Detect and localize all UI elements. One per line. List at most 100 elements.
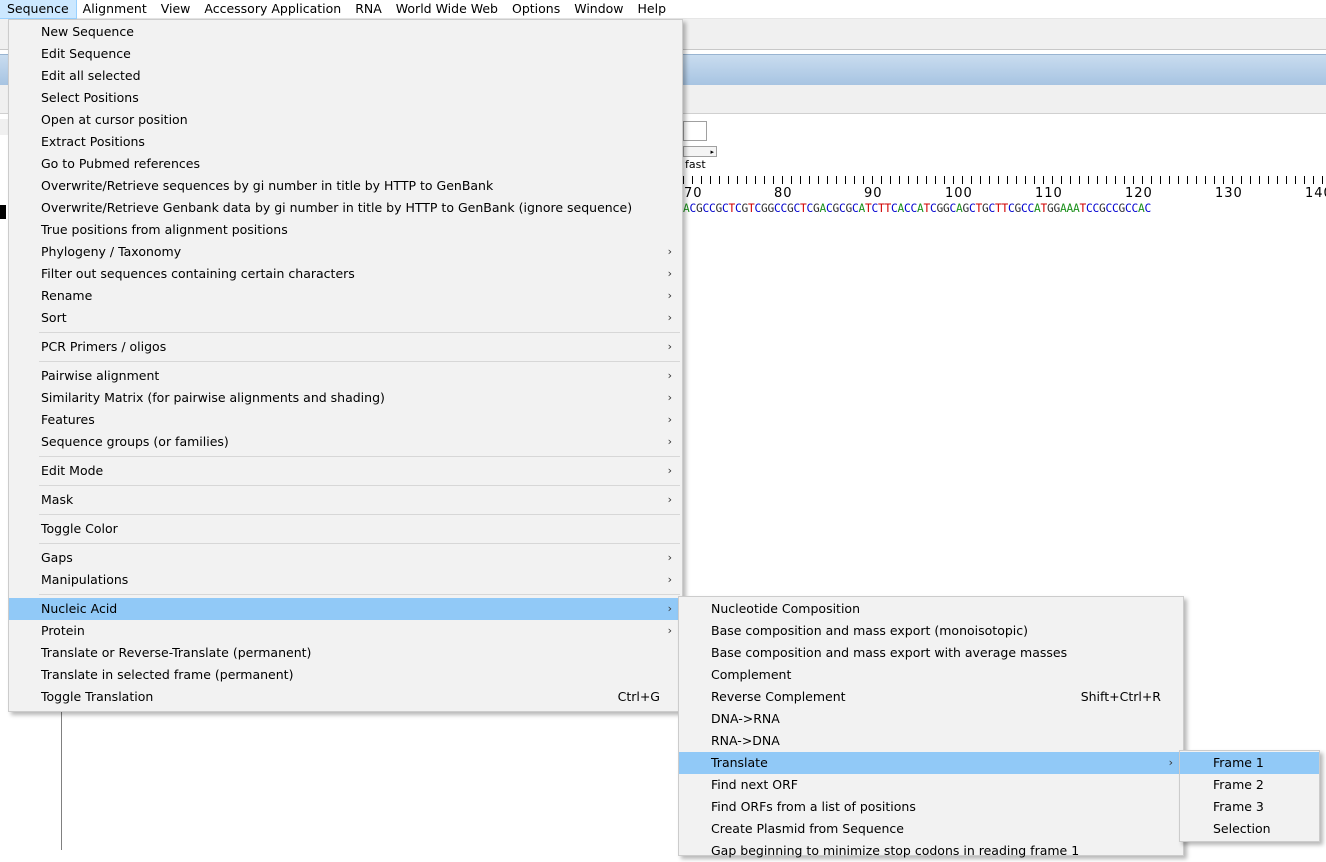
sequence-menu: New Sequence Edit Sequence Edit all select… [8, 19, 683, 712]
menu-item-phylogeny-taxonomy[interactable]: Phylogeny / Taxonomy › [9, 241, 682, 263]
chevron-right-icon: › [667, 245, 672, 258]
menu-item-dna-rna[interactable]: DNA->RNA [679, 708, 1183, 730]
menu-item-label: Edit Mode [41, 463, 104, 478]
ruler-number: 130 [1215, 186, 1243, 201]
menu-item-find-next-orf[interactable]: Find next ORF [679, 774, 1183, 796]
menu-item-true-positions-from-alignment-positions[interactable]: True positions from alignment positions [9, 219, 682, 241]
menu-options[interactable]: Options [505, 0, 567, 18]
menu-item-rename[interactable]: Rename › [9, 285, 682, 307]
position-input[interactable] [683, 121, 707, 141]
menu-item-go-to-pubmed-references[interactable]: Go to Pubmed references [9, 153, 682, 175]
menu-item-label: New Sequence [41, 24, 134, 39]
menu-item-nucleic-acid[interactable]: Nucleic Acid › [9, 598, 682, 620]
menu-item-edit-mode[interactable]: Edit Mode › [9, 460, 682, 482]
menu-item-frame-3[interactable]: Frame 3 [1180, 796, 1319, 818]
menu-item-label: Overwrite/Retrieve sequences by gi numbe… [41, 178, 494, 193]
menu-item-features[interactable]: Features › [9, 409, 682, 431]
sequence-row[interactable]: ACGCCGCTCGTCGGCCGCTCGACGCGCATCTTCACCATCG… [683, 202, 1326, 215]
menu-item-pairwise-alignment[interactable]: Pairwise alignment › [9, 365, 682, 387]
ruler-number: 70 [684, 186, 703, 201]
menu-item-protein[interactable]: Protein › [9, 620, 682, 642]
menu-item-label: Complement [711, 667, 792, 682]
menu-item-frame-1[interactable]: Frame 1 [1180, 752, 1319, 774]
menu-item-complement[interactable]: Complement [679, 664, 1183, 686]
menu-separator [39, 543, 680, 544]
menu-item-edit-all-selected[interactable]: Edit all selected [9, 65, 682, 87]
menu-item-extract-positions[interactable]: Extract Positions [9, 131, 682, 153]
menu-item-rna-dna[interactable]: RNA->DNA [679, 730, 1183, 752]
menu-item-new-sequence[interactable]: New Sequence [9, 21, 682, 43]
menu-item-label: Protein [41, 623, 85, 638]
menu-item-reverse-complement[interactable]: Reverse Complement Shift+Ctrl+R [679, 686, 1183, 708]
menu-item-sequence-groups-or-families[interactable]: Sequence groups (or families) › [9, 431, 682, 453]
menu-item-sort[interactable]: Sort › [9, 307, 682, 329]
menu-item-label: Go to Pubmed references [41, 156, 200, 171]
menu-item-toggle-translation[interactable]: Toggle Translation Ctrl+G [9, 686, 682, 708]
menu-item-label: Sequence groups (or families) [41, 434, 229, 449]
left-panel-edge [0, 119, 8, 135]
menu-item-manipulations[interactable]: Manipulations › [9, 569, 682, 591]
menu-item-pcr-primers-oligos[interactable]: PCR Primers / oligos › [9, 336, 682, 358]
menu-window[interactable]: Window [567, 0, 630, 18]
menu-item-mask[interactable]: Mask › [9, 489, 682, 511]
menu-item-gap-beginning-to-minimize-stop-codons-in-reading-frame-1[interactable]: Gap beginning to minimize stop codons in… [679, 840, 1183, 862]
menu-separator [39, 594, 680, 595]
menu-item-nucleotide-composition[interactable]: Nucleotide Composition [679, 598, 1183, 620]
menu-item-label: Similarity Matrix (for pairwise alignmen… [41, 390, 385, 405]
menu-help[interactable]: Help [631, 0, 674, 18]
menu-item-label: RNA->DNA [711, 733, 780, 748]
menu-sequence[interactable]: Sequence [0, 0, 77, 19]
menu-item-toggle-color[interactable]: Toggle Color [9, 518, 682, 540]
translate-submenu: Frame 1 Frame 2 Frame 3 Selection [1179, 750, 1320, 842]
menu-item-base-composition-and-mass-export-with-average-masses[interactable]: Base composition and mass export with av… [679, 642, 1183, 664]
menu-item-overwrite-retrieve-sequences-by-gi-number-in-title-by-http-to-genbank[interactable]: Overwrite/Retrieve sequences by gi numbe… [9, 175, 682, 197]
menu-separator [39, 361, 680, 362]
menu-item-label: Filter out sequences containing certain … [41, 266, 355, 281]
chevron-right-icon: › [667, 413, 672, 426]
chevron-right-icon: › [1168, 756, 1173, 769]
chevron-right-icon: › [667, 391, 672, 404]
menu-item-label: Frame 1 [1213, 755, 1264, 770]
menu-item-label: Mask [41, 492, 74, 507]
shortcut-label: Ctrl+G [617, 689, 660, 704]
menu-alignment[interactable]: Alignment [76, 0, 154, 18]
menu-item-gaps[interactable]: Gaps › [9, 547, 682, 569]
menu-item-label: Nucleotide Composition [711, 601, 860, 616]
menu-item-base-composition-and-mass-export-monoisotopic[interactable]: Base composition and mass export (monois… [679, 620, 1183, 642]
menu-accessory-application[interactable]: Accessory Application [197, 0, 348, 18]
menu-item-open-at-cursor-position[interactable]: Open at cursor position [9, 109, 682, 131]
menu-item-select-positions[interactable]: Select Positions [9, 87, 682, 109]
chevron-right-icon: › [667, 464, 672, 477]
menu-item-edit-sequence[interactable]: Edit Sequence [9, 43, 682, 65]
menu-item-label: Gaps [41, 550, 73, 565]
menu-view[interactable]: View [154, 0, 198, 18]
menu-item-label: Phylogeny / Taxonomy [41, 244, 182, 259]
menu-item-translate-in-selected-frame-permanent[interactable]: Translate in selected frame (permanent) [9, 664, 682, 686]
menu-item-create-plasmid-from-sequence[interactable]: Create Plasmid from Sequence [679, 818, 1183, 840]
menu-item-filter-out-sequences-containing-certain-characters[interactable]: Filter out sequences containing certain … [9, 263, 682, 285]
chevron-right-icon: › [667, 573, 672, 586]
menu-rna[interactable]: RNA [348, 0, 389, 18]
selection-marker [0, 205, 6, 219]
menu-item-label: Edit Sequence [41, 46, 131, 61]
chevron-right-icon: › [667, 624, 672, 637]
menu-item-translate[interactable]: Translate › [679, 752, 1183, 774]
menu-item-label: Translate or Reverse-Translate (permanen… [41, 645, 312, 660]
ruler-number: 110 [1035, 186, 1063, 201]
menu-item-translate-or-reverse-translate-permanent[interactable]: Translate or Reverse-Translate (permanen… [9, 642, 682, 664]
menu-item-selection[interactable]: Selection [1180, 818, 1319, 840]
menu-item-overwrite-retrieve-genbank-data-by-gi-number-in-title-by-http-to-genbank-ignore-sequence[interactable]: Overwrite/Retrieve Genbank data by gi nu… [9, 197, 682, 219]
menu-item-frame-2[interactable]: Frame 2 [1180, 774, 1319, 796]
panel-divider [61, 710, 62, 850]
chevron-right-icon: › [667, 435, 672, 448]
menu-item-label: Select Positions [41, 90, 139, 105]
menu-item-find-orfs-from-a-list-of-positions[interactable]: Find ORFs from a list of positions [679, 796, 1183, 818]
menu-item-label: Base composition and mass export (monois… [711, 623, 1028, 638]
chevron-right-icon: › [667, 289, 672, 302]
menu-item-similarity-matrix-for-pairwise-alignments-and-shading[interactable]: Similarity Matrix (for pairwise alignmen… [9, 387, 682, 409]
menu-world-wide-web[interactable]: World Wide Web [389, 0, 505, 18]
menu-separator [39, 456, 680, 457]
chevron-right-icon: › [667, 551, 672, 564]
speed-slider[interactable]: ▸ [683, 146, 717, 157]
menu-item-label: DNA->RNA [711, 711, 780, 726]
